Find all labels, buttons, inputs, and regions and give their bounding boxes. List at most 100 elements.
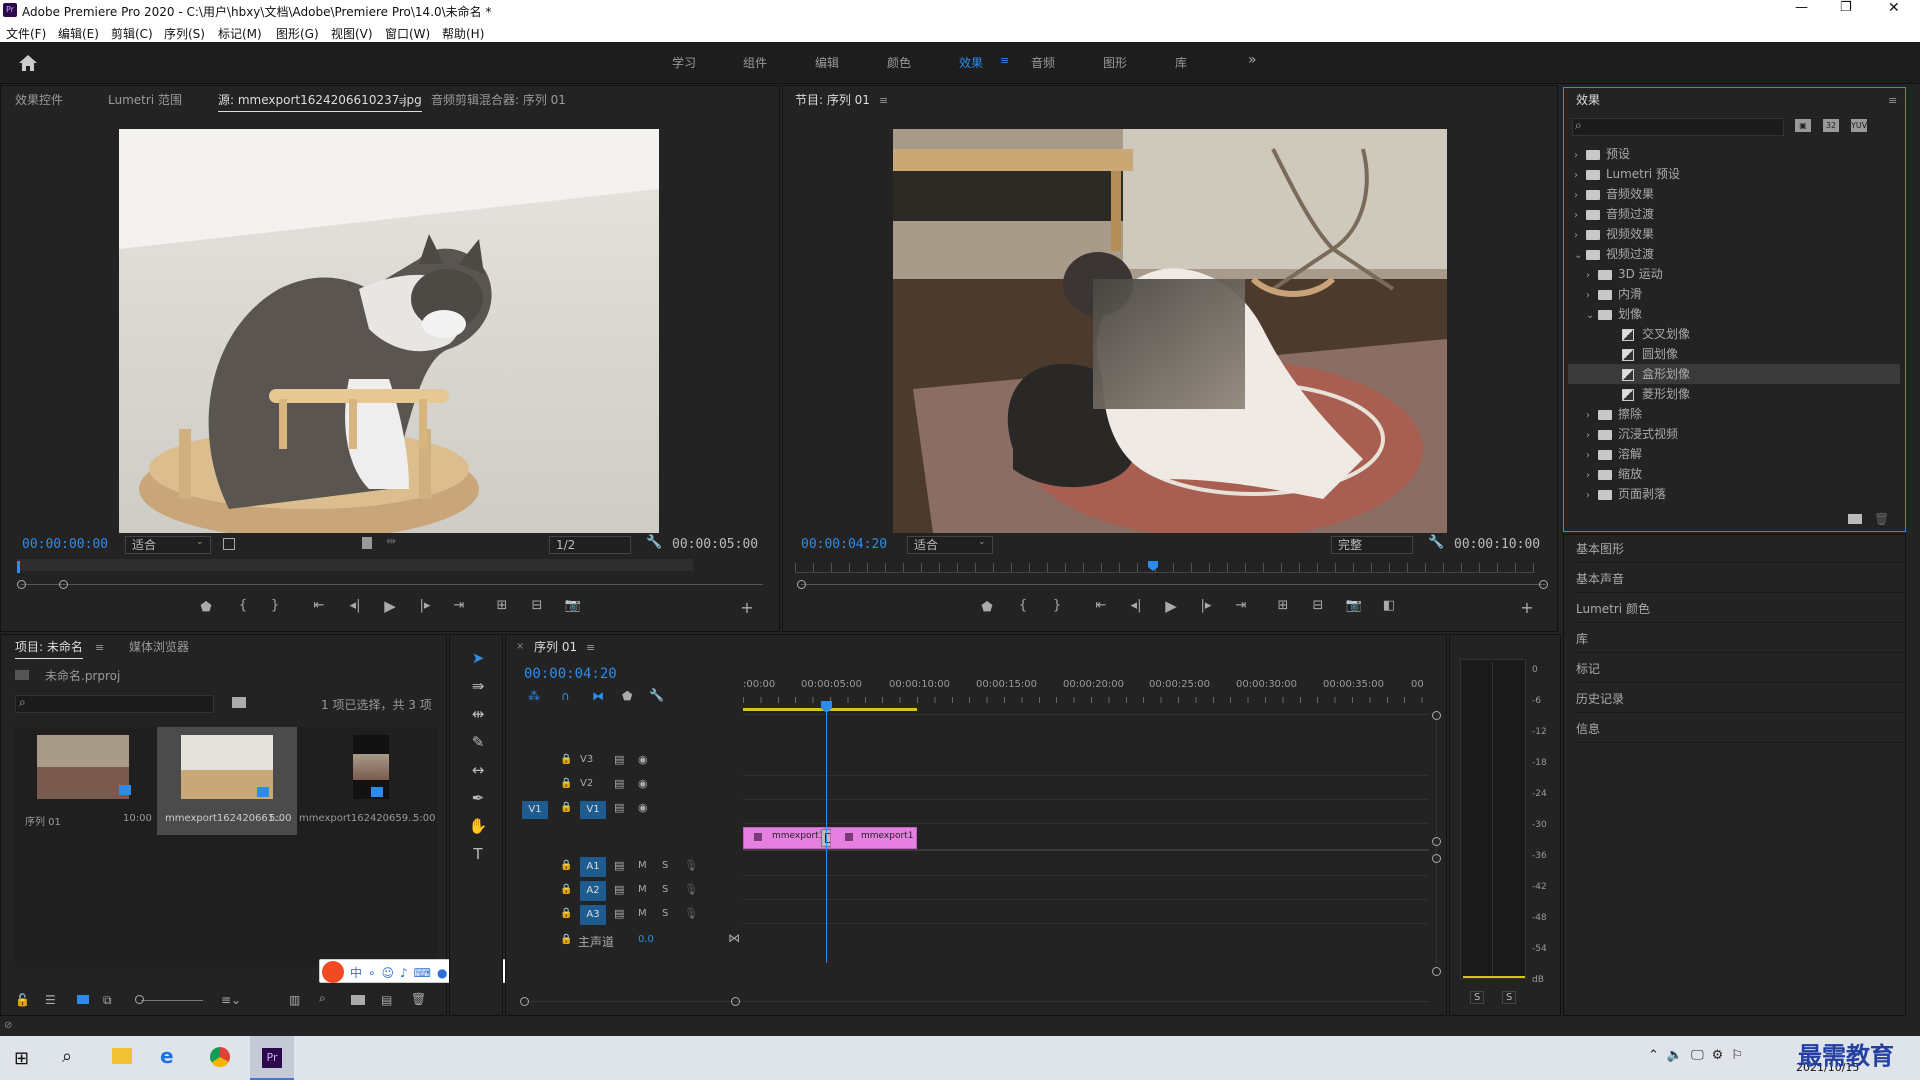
track-label[interactable]: V1: [580, 801, 606, 819]
workspace-libraries[interactable]: 库: [1175, 54, 1187, 71]
panel-lumetri-color[interactable]: Lumetri 颜色: [1576, 595, 1906, 623]
maximize-icon[interactable]: ❐: [1840, 0, 1860, 15]
panel-essential-sound[interactable]: 基本声音: [1576, 565, 1906, 593]
lock-track-icon[interactable]: 🔒: [560, 802, 572, 813]
premiere-taskbar-button[interactable]: Pr: [250, 1036, 294, 1080]
timeline-hscroll[interactable]: [524, 1001, 1429, 1002]
effects-folder[interactable]: › 预设: [1568, 144, 1900, 164]
microphone-icon[interactable]: 🎙: [684, 883, 698, 896]
program-zoom-handle-right[interactable]: [1539, 580, 1548, 589]
track-label[interactable]: V2: [580, 778, 593, 789]
effects-folder[interactable]: ⌄ 划像: [1568, 304, 1900, 324]
menu-marker[interactable]: 标记(M): [218, 25, 262, 42]
solo-button[interactable]: S: [662, 908, 668, 919]
drag-video-icon[interactable]: [362, 537, 372, 549]
timeline-close-icon[interactable]: ×: [516, 641, 524, 652]
play-icon[interactable]: ▶: [379, 597, 401, 615]
track-target[interactable]: A3: [580, 905, 606, 925]
chevron-right-icon[interactable]: ›: [1574, 206, 1586, 226]
program-mark-out-icon[interactable]: }: [1046, 598, 1068, 613]
track-label[interactable]: V3: [580, 754, 593, 765]
home-icon[interactable]: [18, 54, 38, 72]
program-tab[interactable]: 节目: 序列 01: [795, 88, 870, 112]
mute-button[interactable]: M: [638, 908, 647, 919]
add-marker-icon[interactable]: ⬟: [195, 600, 217, 615]
master-volume[interactable]: 0.0: [638, 934, 654, 945]
timeline-ruler[interactable]: :00:00 00:00:05:00 00:00:10:00 00:00:15:…: [743, 675, 1429, 715]
program-zoom-bar[interactable]: [801, 584, 1546, 585]
timeline-tab[interactable]: 序列 01: [534, 635, 577, 659]
32bit-effects-icon[interactable]: 32: [1823, 119, 1839, 132]
track-target[interactable]: A1: [580, 857, 606, 877]
effects-folder[interactable]: › 沉浸式视频: [1568, 424, 1900, 444]
menu-view[interactable]: 视图(V): [331, 25, 373, 42]
program-add-marker-icon[interactable]: ⬟: [976, 600, 998, 615]
solo-button[interactable]: S: [662, 860, 668, 871]
sync-lock-icon[interactable]: ▤: [614, 753, 624, 766]
go-to-out-icon[interactable]: ⇥: [448, 598, 470, 613]
razor-tool-icon[interactable]: ✎: [463, 733, 493, 757]
project-item-sequence[interactable]: 序列 01 10:00: [15, 727, 155, 835]
mark-out-icon[interactable]: }: [264, 598, 286, 613]
source-playhead[interactable]: [17, 561, 20, 573]
tab-audio-clip-mixer[interactable]: 音频剪辑混合器: 序列 01: [431, 88, 566, 112]
minimize-icon[interactable]: —: [1795, 0, 1815, 15]
project-menu-icon[interactable]: ≡: [95, 641, 104, 654]
effects-folder[interactable]: › 溶解: [1568, 444, 1900, 464]
chevron-right-icon[interactable]: ›: [1574, 166, 1586, 186]
tab-project[interactable]: 项目: 未命名: [15, 635, 83, 659]
icon-view-icon[interactable]: [77, 995, 89, 1004]
workspace-assembly[interactable]: 组件: [743, 54, 767, 71]
eye-icon[interactable]: ◉: [638, 801, 648, 814]
close-icon[interactable]: ✕: [1888, 0, 1908, 16]
clip-v1-b[interactable]: mmexport1: [830, 827, 917, 849]
effects-folder[interactable]: › 音频过渡: [1568, 204, 1900, 224]
chevron-right-icon[interactable]: ›: [1574, 186, 1586, 206]
effects-folder[interactable]: › 页面剥落: [1568, 484, 1900, 504]
tab-media-browser[interactable]: 媒体浏览器: [129, 635, 189, 659]
search-taskbar-icon[interactable]: ⌕: [62, 1046, 72, 1067]
chevron-right-icon[interactable]: ›: [1574, 226, 1586, 246]
effects-folder[interactable]: ⌄ 视频过渡: [1568, 244, 1900, 264]
source-resolution-dropdown[interactable]: 1/2: [549, 536, 631, 554]
go-to-in-icon[interactable]: ⇤: [308, 598, 330, 613]
drag-audio-icon[interactable]: ⇹: [386, 534, 396, 548]
program-settings-wrench-icon[interactable]: 🔧: [1428, 535, 1444, 550]
effects-folder[interactable]: › 音频效果: [1568, 184, 1900, 204]
chevron-right-icon[interactable]: ›: [1574, 146, 1586, 166]
chevron-right-icon[interactable]: ›: [1586, 446, 1598, 466]
yuv-effects-icon[interactable]: YUV: [1851, 119, 1867, 132]
zoom-slider-handle[interactable]: [135, 995, 144, 1004]
clip-v1-a[interactable]: mmexport1: [743, 827, 830, 849]
lift-icon[interactable]: ⊞: [1272, 598, 1294, 613]
workspace-audio[interactable]: 音频: [1031, 54, 1055, 71]
safe-margins-icon[interactable]: [223, 538, 235, 550]
program-button-editor-plus-icon[interactable]: +: [1516, 598, 1538, 617]
program-go-to-in-icon[interactable]: ⇤: [1090, 598, 1112, 613]
workspace-effects[interactable]: 效果: [959, 54, 983, 71]
timeline-playhead-line[interactable]: [826, 707, 827, 963]
windows-start-icon[interactable]: ⊞: [14, 1048, 29, 1069]
workspace-learn[interactable]: 学习: [672, 54, 696, 71]
panel-markers[interactable]: 标记: [1576, 655, 1906, 683]
source-time-ruler[interactable]: [17, 559, 693, 571]
sync-lock-icon[interactable]: ▤: [614, 907, 624, 920]
hscroll-handle-right[interactable]: [731, 997, 740, 1006]
lock-track-icon[interactable]: 🔒: [560, 884, 572, 895]
sync-lock-icon[interactable]: ▤: [614, 801, 624, 814]
tray-icons[interactable]: ⌃🔈🖵⚙⚐: [1648, 1048, 1751, 1063]
source-zoom-handle-right[interactable]: [59, 580, 68, 589]
effect-item[interactable]: 盒形划像: [1568, 364, 1900, 384]
menu-window[interactable]: 窗口(W): [385, 25, 430, 42]
button-editor-plus-icon[interactable]: +: [736, 598, 758, 617]
mute-button[interactable]: M: [638, 884, 647, 895]
vscroll-handle-mid2[interactable]: [1432, 854, 1441, 863]
program-menu-icon[interactable]: ≡: [879, 94, 888, 107]
timeline-settings-icon[interactable]: 🔧: [649, 688, 664, 702]
lock-track-icon[interactable]: 🔒: [560, 908, 572, 919]
more-workspaces-icon[interactable]: »: [1248, 52, 1257, 68]
track-select-tool-icon[interactable]: ⇛: [463, 677, 493, 701]
zoom-slider[interactable]: [141, 1000, 203, 1001]
chrome-icon[interactable]: [210, 1047, 230, 1067]
vscroll-handle-top[interactable]: [1432, 711, 1441, 720]
